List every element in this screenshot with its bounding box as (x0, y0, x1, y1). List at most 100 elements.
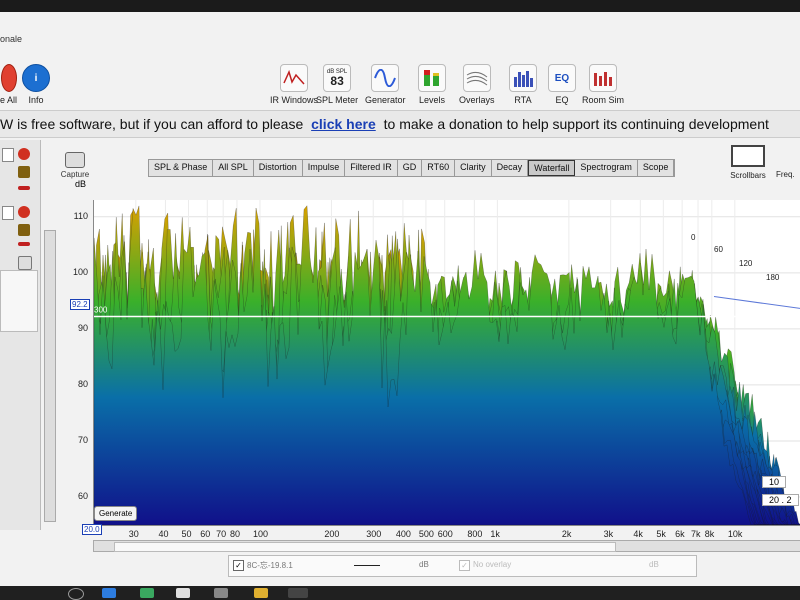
banner-text-after: to make a donation to help support its c… (383, 116, 769, 132)
rta-label: RTA (514, 95, 532, 105)
rta-button[interactable]: RTA (509, 64, 537, 112)
y-marker-value: 92.2 (70, 299, 90, 310)
capture-button[interactable]: Capture (58, 152, 92, 179)
tab-gd[interactable]: GD (398, 160, 423, 176)
tab-impulse[interactable]: Impulse (303, 160, 346, 176)
levels-button[interactable]: Levels (418, 64, 446, 112)
tab-rt60[interactable]: RT60 (422, 160, 456, 176)
y-tick-label: 80 (77, 378, 88, 389)
rta-icon (509, 64, 537, 92)
x-tick-label: 60 (200, 529, 211, 539)
overlay-text: No overlay (473, 560, 512, 569)
y-tick-label: 110 (73, 210, 88, 221)
range-box-bottom[interactable]: 20 . 2 (762, 494, 799, 506)
measurement-checkbox[interactable] (2, 206, 14, 220)
measurement-unit: dB (419, 560, 429, 569)
generate-button[interactable]: Generate (94, 506, 138, 521)
x-tick-label: 6k (675, 529, 685, 539)
tab-decay[interactable]: Decay (492, 160, 529, 176)
x-tick-label: 100 (252, 529, 268, 539)
measurement-info-box (0, 270, 38, 332)
taskbar-app-icon[interactable] (102, 588, 116, 598)
tab-all-spl[interactable]: All SPL (213, 160, 254, 176)
measurement-line-swatch (354, 565, 380, 566)
tab-clarity[interactable]: Clarity (455, 160, 492, 176)
tab-spectrogram[interactable]: Spectrogram (575, 160, 638, 176)
remove-all-icon (0, 64, 17, 92)
y-tick-label: 90 (77, 322, 88, 333)
time-slice-label: 0 (691, 233, 696, 242)
freq-label: Freq. (776, 170, 795, 179)
rew-taskbar-icon[interactable] (288, 588, 308, 598)
eq-button[interactable]: EQ EQ (548, 64, 576, 112)
taskbar-app-icon[interactable] (214, 588, 228, 598)
room-sim-button[interactable]: Room Sim (582, 64, 624, 112)
taskbar-app-icon[interactable] (176, 588, 190, 598)
levels-label: Levels (418, 95, 445, 105)
overlays-label: Overlays (459, 95, 495, 105)
waterfall-plot[interactable]: 300 0 60 120 180 (93, 200, 800, 526)
save-measurement-icon[interactable] (18, 224, 30, 236)
ir-windows-icon (280, 64, 308, 92)
tab-distortion[interactable]: Distortion (254, 160, 303, 176)
horizontal-scrollbar[interactable] (93, 540, 800, 552)
x-tick-label: 500 (418, 529, 434, 539)
x-tick-label: 5k (656, 529, 666, 539)
edit-measurement-icon[interactable] (18, 242, 30, 246)
scrollbars-icon (731, 145, 765, 167)
info-label: Info (28, 95, 44, 105)
measurement-visible-checkbox[interactable]: ✓ (233, 560, 244, 571)
scrollbars-label: Scrollbars (730, 171, 766, 180)
overlays-button[interactable]: Overlays (459, 64, 495, 112)
remove-measurement-icon[interactable] (18, 148, 30, 160)
y-tick-label: 70 (77, 434, 88, 445)
y-axis-title: dB (75, 179, 87, 189)
tab-waterfall[interactable]: Waterfall (528, 160, 576, 176)
x-tick-label: 2k (561, 529, 572, 539)
time-slice-label: 180 (766, 273, 780, 282)
x-tick-label: 800 (467, 529, 483, 539)
save-measurement-icon[interactable] (18, 166, 30, 178)
measurement-checkbox[interactable] (2, 148, 14, 162)
x-tick-label: 10k (727, 529, 743, 539)
x-tick-label: 30 (128, 529, 139, 539)
tab-filtered-ir[interactable]: Filtered IR (345, 160, 398, 176)
search-icon[interactable] (68, 588, 84, 600)
graph-tabs: SPL & Phase All SPL Distortion Impulse Filte… (148, 159, 676, 177)
x-tick-label: 400 (395, 529, 411, 539)
range-box-top[interactable]: 10 (762, 476, 787, 488)
plot-marker-label: 300 (94, 306, 108, 315)
info-button[interactable]: i Info (22, 64, 50, 112)
notes-icon[interactable] (18, 256, 32, 270)
scrollbars-button[interactable]: Scrollbars (726, 145, 770, 180)
banner-text-before: W is free software, but if you can affor… (0, 116, 304, 132)
time-slice-label: 120 (739, 259, 753, 268)
donation-link[interactable]: click here (311, 116, 376, 132)
x-tick-label: 7k (691, 529, 701, 539)
remove-all-button[interactable]: e All (0, 64, 17, 112)
tab-scope[interactable]: Scope (638, 160, 675, 176)
generator-button[interactable]: Generator (365, 64, 406, 112)
overlay-checkbox[interactable]: ✓ (459, 560, 470, 571)
spl-meter-button[interactable]: dB SPL 83 SPL Meter (316, 64, 358, 112)
edit-measurement-icon[interactable] (18, 186, 30, 190)
x-tick-label: 80 (229, 529, 240, 539)
remove-measurement-icon[interactable] (18, 206, 30, 218)
panel-scrollbar[interactable] (44, 230, 56, 522)
x-tick-label: 50 (181, 529, 192, 539)
taskbar-app-icon[interactable] (140, 588, 154, 598)
folder-icon[interactable] (254, 588, 268, 598)
horizontal-scroll-thumb[interactable] (114, 542, 616, 552)
overlay-unit: dB (649, 560, 659, 569)
freq-button[interactable]: Freq. (776, 170, 795, 179)
remove-all-label: e All (0, 95, 18, 105)
measurements-panel (0, 140, 41, 530)
time-slice-label: 60 (714, 245, 723, 254)
x-tick-label: 600 (437, 529, 453, 539)
y-tick-label: 60 (77, 490, 88, 501)
ir-windows-button[interactable]: IR Windows (270, 64, 318, 112)
y-tick-label: 100 (72, 266, 88, 277)
tab-spl-phase[interactable]: SPL & Phase (149, 160, 214, 176)
levels-icon (418, 64, 446, 92)
spl-meter-label: SPL Meter (316, 95, 359, 105)
